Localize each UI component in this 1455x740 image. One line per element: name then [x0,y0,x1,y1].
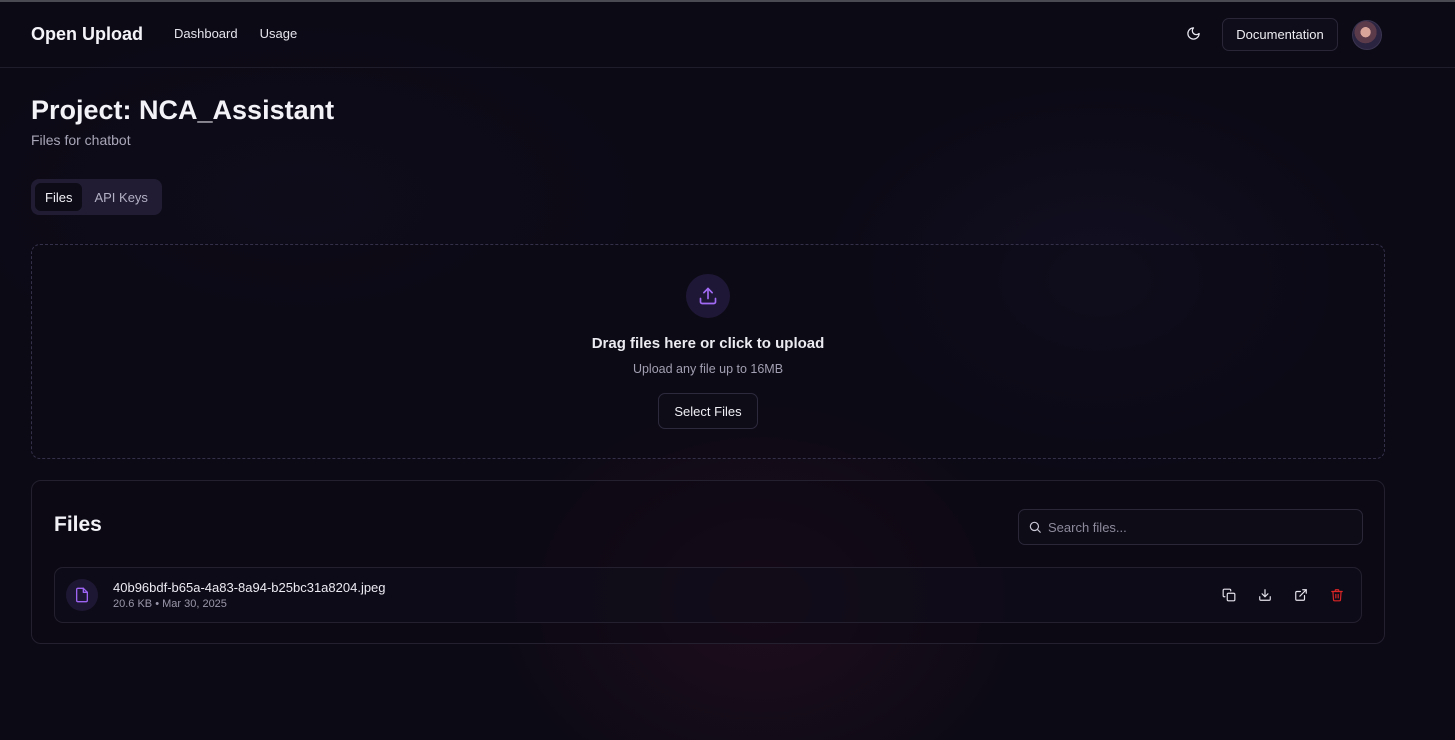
upload-icon [699,287,717,305]
nav-link-dashboard[interactable]: Dashboard [174,26,238,41]
select-files-button[interactable]: Select Files [658,393,758,429]
page-subtitle: Files for chatbot [31,132,131,148]
top-navbar: Open Upload Dashboard Usage Documentatio… [0,2,1455,68]
theme-toggle-button[interactable] [1178,18,1208,48]
brand-logo-text[interactable]: Open Upload [31,24,143,45]
external-link-icon [1295,589,1307,601]
page-title: Project: NCA_Assistant [31,95,335,125]
dropzone-subtitle: Upload any file up to 16MB [632,362,784,376]
tab-api-keys[interactable]: API Keys [84,183,157,211]
open-external-button[interactable] [1291,584,1311,606]
upload-icon-badge [686,274,730,318]
file-meta: 20.6 KB • Mar 30, 2025 [113,598,227,610]
trash-icon [1331,589,1343,602]
search-icon [1029,521,1041,533]
moon-icon [1186,26,1200,40]
file-name: 40b96bdf-b65a-4a83-8a94-b25bc31a8204.jpe… [113,580,386,595]
nav-link-usage[interactable]: Usage [260,26,298,41]
copy-link-button[interactable] [1219,584,1239,606]
documentation-button[interactable]: Documentation [1222,18,1338,51]
user-avatar[interactable] [1352,20,1382,50]
search-field[interactable] [1018,509,1363,545]
file-actions [1219,584,1347,606]
files-section-title: Files [54,513,102,536]
tab-list: Files API Keys [31,179,162,215]
file-icon-badge [66,579,98,611]
files-panel: Files 40b96bdf-b65a-4a83-8a94-b25bc31a82… [31,480,1385,644]
main-nav: Dashboard Usage [174,26,297,41]
copy-icon [1222,588,1236,602]
file-icon [76,587,88,603]
search-input[interactable] [1048,519,1348,535]
delete-file-button[interactable] [1327,584,1347,606]
tab-files[interactable]: Files [35,183,83,211]
download-icon [1259,589,1271,601]
download-button[interactable] [1255,584,1275,606]
dropzone-title: Drag files here or click to upload [591,335,825,352]
file-list-item[interactable]: 40b96bdf-b65a-4a83-8a94-b25bc31a8204.jpe… [54,567,1362,623]
upload-dropzone[interactable]: Drag files here or click to upload Uploa… [31,244,1385,459]
